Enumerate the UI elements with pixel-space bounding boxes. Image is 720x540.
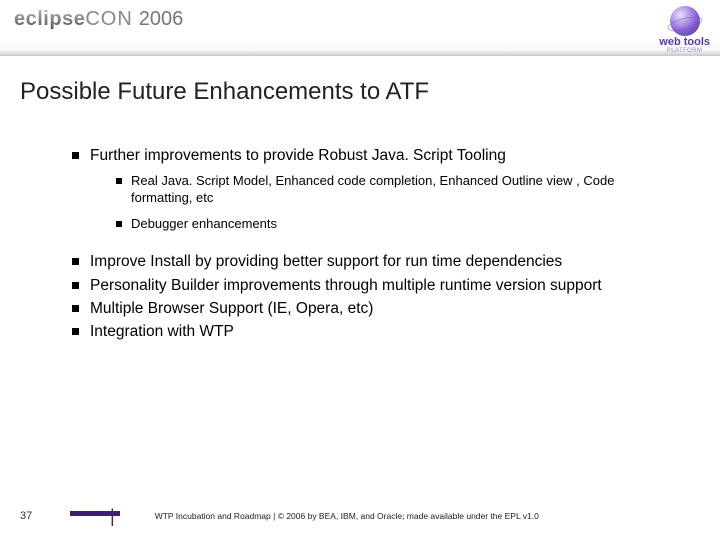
logo-brand-light: CON: [85, 8, 132, 30]
bullet-item: Further improvements to provide Robust J…: [72, 146, 660, 248]
logo-year: 2006: [139, 8, 184, 31]
bullet-item: Integration with WTP: [72, 322, 660, 341]
webtools-label: web tools: [659, 37, 710, 48]
globe-icon: [670, 6, 700, 36]
slide-footer: 37 | WTP Incubation and Roadmap | © 2006…: [0, 506, 720, 526]
footer-divider-icon: |: [50, 506, 155, 527]
bullet-item: Multiple Browser Support (IE, Opera, etc…: [72, 299, 660, 318]
bullet-text: Further improvements to provide Robust J…: [90, 147, 506, 164]
webtools-sublabel: PLATFORM: [659, 48, 710, 54]
eclipsecon-logo: eclipseCON 2006: [14, 8, 183, 31]
page-number: 37: [0, 510, 50, 522]
footer-text: WTP Incubation and Roadmap | © 2006 by B…: [155, 511, 539, 521]
bullet-item: Improve Install by providing better supp…: [72, 252, 660, 271]
sub-bullet-item: Debugger enhancements: [116, 216, 660, 232]
logo-brand-dark: eclipse: [14, 8, 85, 31]
slide-content: Further improvements to provide Robust J…: [0, 106, 720, 342]
slide-header: eclipseCON 2006 web tools PLATFORM: [0, 0, 720, 56]
sub-bullet-item: Real Java. Script Model, Enhanced code c…: [116, 173, 660, 206]
webtools-logo: web tools PLATFORM: [659, 6, 710, 54]
slide-title: Possible Future Enhancements to ATF: [0, 56, 720, 106]
bullet-item: Personality Builder improvements through…: [72, 276, 660, 295]
